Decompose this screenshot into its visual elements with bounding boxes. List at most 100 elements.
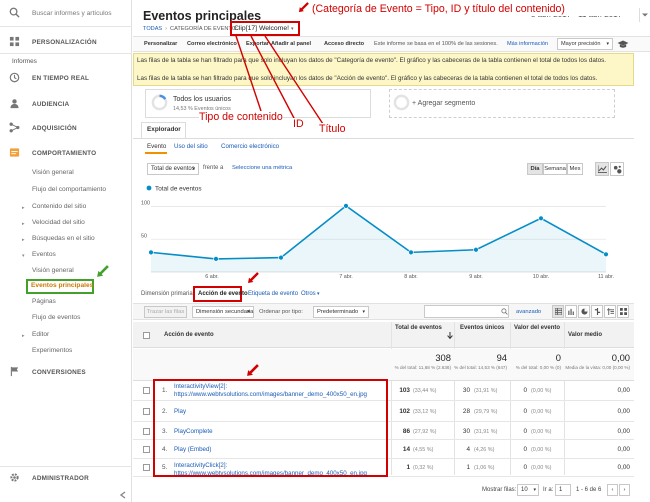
row-checkbox[interactable] (143, 428, 150, 435)
graduation-cap-icon[interactable] (617, 40, 629, 49)
row-total-pct: (33,12 %) (413, 409, 437, 415)
pie-view-button[interactable] (578, 305, 590, 318)
tab-explorer-label: Explorador (147, 126, 181, 133)
sidebar-item-publisher[interactable]: Editor (32, 331, 49, 338)
sidebar-item-personalization[interactable]: PERSONALIZACIÓN (0, 34, 132, 50)
col-header-avg[interactable]: Valor medio (568, 332, 602, 338)
dimension-event-label[interactable]: Etiqueta de evento (248, 291, 298, 297)
col-header-total[interactable]: Total de eventos (395, 325, 442, 331)
row-value: 0 (523, 446, 527, 453)
sidebar-search[interactable]: Buscar informes y artículos (0, 5, 132, 21)
col-header-value[interactable]: Valor del evento (514, 325, 560, 331)
email-button[interactable]: Correo electrónico (187, 41, 237, 47)
sidebar-item-site-content[interactable]: Contenido del sitio (32, 203, 86, 210)
dimension-others[interactable]: Otros (301, 291, 316, 297)
notice-2: Las filas de la tabla se han filtrado pa… (137, 75, 598, 82)
sidebar-item-experiments[interactable]: Experimentos (32, 347, 72, 354)
sidebar-item-top-events[interactable]: Eventos principales (31, 282, 93, 289)
chevron-down-icon: ▾ (290, 26, 294, 32)
plot-rows-button[interactable]: Trazar las filas (144, 306, 187, 318)
chevron-down-icon: ▾ (247, 309, 250, 315)
sidebar-item-events-overview[interactable]: Visión general (32, 267, 74, 274)
data-point (603, 251, 609, 258)
breadcrumb-all[interactable]: TODAS (143, 26, 162, 32)
divider (0, 53, 132, 54)
sidebar-item-behavior-overview[interactable]: Visión general (32, 169, 74, 176)
month-button[interactable]: Mes (567, 163, 583, 175)
prev-page-button[interactable]: ‹ (607, 484, 618, 496)
avg-value-total: 0,00 (611, 352, 630, 363)
sidebar-item-conversions[interactable]: CONVERSIONES (0, 364, 132, 380)
chevron-down-icon: ▾ (606, 41, 609, 47)
row-checkbox[interactable] (143, 387, 150, 394)
grid-view-button[interactable] (617, 305, 629, 318)
next-page-button[interactable]: › (619, 484, 630, 496)
row-checkbox[interactable] (143, 408, 150, 415)
legend-label: Total de eventos (155, 186, 202, 193)
advanced-link[interactable]: avanzado (516, 309, 541, 315)
person-icon (10, 99, 19, 109)
sort-type-dropdown[interactable]: Predeterminado ▾ (313, 306, 369, 318)
data-point (213, 256, 219, 262)
notice-1: Las filas de la tabla se han filtrado pa… (137, 57, 606, 64)
caret-right-icon: ▸ (22, 221, 25, 227)
pivot-view-button[interactable] (604, 305, 616, 318)
dimension-event-action[interactable]: Acción de evento (198, 291, 248, 297)
row-unique: 1 (466, 464, 470, 471)
row-checkbox[interactable] (143, 464, 150, 471)
select-metric-link[interactable]: Seleccione una métrica (232, 165, 292, 171)
collapse-icon[interactable] (118, 490, 128, 500)
sidebar-item-events[interactable]: Eventos (32, 251, 56, 258)
search-icon[interactable] (501, 308, 508, 315)
sidebar-item-site-search[interactable]: Búsquedas en el sitio (32, 235, 95, 242)
comparison-icon (594, 308, 600, 315)
metric-select-1[interactable]: Total de eventos ▾ (147, 163, 199, 175)
table-view-button[interactable] (552, 305, 564, 318)
show-rows-dropdown[interactable]: 10 ▾ (517, 484, 539, 496)
sidebar-item-site-speed[interactable]: Velocidad del sitio (32, 219, 85, 226)
precision-dropdown[interactable]: Mayor precisión ▾ (557, 38, 613, 50)
more-info-link[interactable]: Más información (507, 41, 548, 47)
sidebar-item-admin[interactable]: ADMINISTRADOR (0, 470, 132, 486)
row-checkbox[interactable] (143, 446, 150, 453)
sidebar-item-audience[interactable]: AUDIENCIA (0, 96, 132, 112)
table-search-input[interactable] (424, 305, 509, 318)
caret-right-icon: ▸ (22, 205, 25, 211)
add-dashboard-button[interactable]: Añadir al panel (271, 41, 311, 47)
day-button[interactable]: Día (527, 163, 543, 175)
breadcrumb-category: CATEGORÍA DE EVENTO: (170, 26, 238, 32)
sidebar-item-behavior[interactable]: COMPORTAMIENTO (0, 145, 132, 161)
pagination-range: 1 - 6 de 6 (576, 487, 602, 493)
comparison-view-button[interactable] (591, 305, 603, 318)
line-chart-button[interactable] (595, 162, 609, 176)
secondary-dimension-dropdown[interactable]: Dimensión secundaria ▾ (192, 306, 254, 318)
sidebar-item-pages[interactable]: Páginas (32, 298, 56, 305)
breadcrumb-value[interactable]: Clip[17] Welcome! ▾ (234, 25, 293, 32)
date-dropdown[interactable] (639, 8, 649, 22)
subtab-event[interactable]: Evento (147, 143, 166, 150)
week-button[interactable]: Semana (543, 163, 567, 175)
sort-desc-icon[interactable] (447, 332, 453, 339)
bar-view-button[interactable] (565, 305, 577, 318)
row-avg: 0,00 (617, 408, 630, 415)
subtab-active-indicator (145, 152, 167, 154)
col-header-unique[interactable]: Eventos únicos (460, 325, 504, 331)
goto-input[interactable]: 1 (555, 484, 571, 496)
unique-events-total: 94 (496, 352, 507, 363)
subtab-ecommerce[interactable]: Comercio electrónico (221, 143, 279, 150)
sidebar-item-acquisition[interactable]: ADQUISICIÓN (0, 120, 132, 136)
event-value-sub: % del total: 0,00 % (0) (515, 365, 561, 370)
subtab-site-usage[interactable]: Uso del sitio (174, 143, 208, 150)
sidebar-item-events-flow[interactable]: Flujo de eventos (32, 314, 80, 321)
sidebar-item-behavior-flow[interactable]: Flujo del comportamiento (32, 186, 106, 193)
personalize-button[interactable]: Personalizar (144, 41, 177, 47)
shortcut-button[interactable]: Acceso directo (324, 41, 364, 47)
row-unique: 4 (466, 446, 470, 453)
table-icon (554, 308, 562, 315)
select-all-checkbox[interactable] (143, 332, 150, 339)
sidebar-item-realtime[interactable]: EN TIEMPO REAL (0, 70, 132, 86)
sort-type-value: Predeterminado (317, 309, 359, 315)
export-button[interactable]: Exportar (246, 41, 269, 47)
motion-chart-button[interactable] (610, 162, 624, 176)
col-header-action[interactable]: Acción de evento (164, 332, 214, 338)
